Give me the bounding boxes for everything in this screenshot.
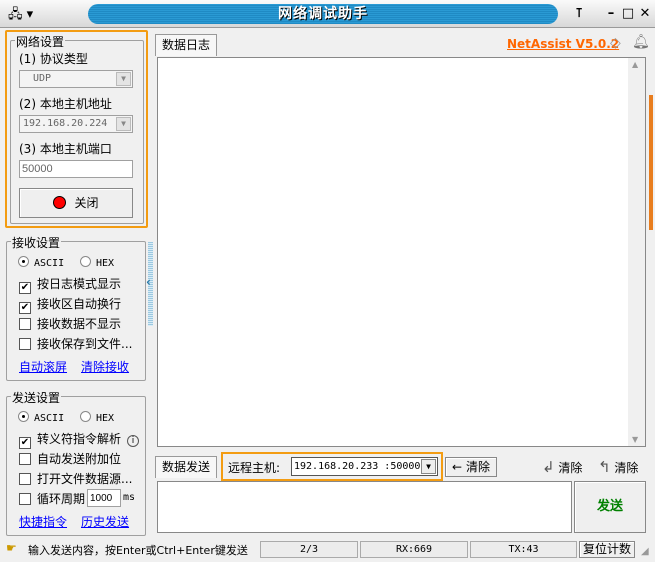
receive-settings-group: 接收设置 ASCII HEX ✔ 按日志模式显示 ✔ 接收区自动换行 接收数据不显示… bbox=[6, 234, 146, 381]
send-ascii-radio[interactable]: ASCII bbox=[18, 411, 64, 427]
clear-send-count-button[interactable]: ↰ 清除 bbox=[598, 458, 638, 477]
file-source-checkbox[interactable]: 打开文件数据源... bbox=[19, 471, 132, 487]
remote-host-label: 远程主机: bbox=[228, 461, 281, 475]
send-input[interactable] bbox=[157, 481, 572, 533]
protocol-select[interactable]: UDP ▼ bbox=[19, 70, 133, 88]
arrow-up-icon: ↰ bbox=[598, 458, 611, 476]
window-title: 网络调试助手 bbox=[88, 4, 558, 24]
host-select[interactable]: 192.168.20.224 ▼ bbox=[19, 115, 133, 133]
minimize-button[interactable]: – bbox=[604, 6, 618, 21]
diamond-icon[interactable]: ◇ bbox=[610, 35, 621, 51]
protocol-value: UDP bbox=[33, 73, 52, 84]
auto-wrap-checkbox[interactable]: ✔ 接收区自动换行 bbox=[19, 296, 121, 314]
auto-scroll-link[interactable]: 自动滚屏 bbox=[19, 358, 67, 375]
title-bar: 🖧 ▾ 网络调试助手 ⊺ – □ ✕ bbox=[0, 0, 655, 28]
save-to-file-checkbox[interactable]: 接收保存到文件... bbox=[19, 336, 132, 352]
reset-count-button[interactable]: 复位计数 bbox=[579, 541, 635, 558]
append-bits-checkbox[interactable]: 自动发送附加位 bbox=[19, 451, 121, 467]
receive-ascii-radio[interactable]: ASCII bbox=[18, 256, 64, 272]
close-window-button[interactable]: ✕ bbox=[638, 6, 652, 21]
chevron-down-icon: ▼ bbox=[421, 459, 436, 474]
host-value: 192.168.20.224 bbox=[23, 118, 108, 129]
period-unit: ms bbox=[123, 492, 136, 503]
status-hint: 输入发送内容，按Enter或Ctrl+Enter键发送 bbox=[28, 544, 248, 557]
log-output-area[interactable]: ▲ ▼ bbox=[157, 57, 646, 447]
quick-commands-link[interactable]: 快捷指令 bbox=[19, 513, 67, 530]
period-input[interactable] bbox=[87, 489, 121, 507]
collapse-arrow-icon[interactable]: ‹ bbox=[146, 275, 151, 289]
resize-grip-icon[interactable]: ◢ bbox=[641, 546, 649, 557]
bell-icon[interactable]: 🔔︎ bbox=[632, 34, 650, 50]
log-mode-checkbox[interactable]: ✔ 按日志模式显示 bbox=[19, 276, 121, 294]
arrow-down-left-icon: ↲ bbox=[542, 458, 555, 476]
status-rx: RX:669 bbox=[360, 541, 468, 558]
receive-settings-title: 接收设置 bbox=[11, 234, 62, 251]
hand-pointer-icon: ☛ bbox=[6, 541, 17, 555]
port-input[interactable] bbox=[19, 160, 133, 178]
clear-receive-link[interactable]: 清除接收 bbox=[81, 358, 129, 375]
maximize-button[interactable]: □ bbox=[621, 6, 635, 21]
loop-period-checkbox[interactable]: 循环周期 bbox=[19, 491, 85, 507]
send-settings-title: 发送设置 bbox=[11, 389, 62, 406]
port-label: (3) 本地主机端口 bbox=[19, 142, 112, 156]
arrow-left-icon: ← bbox=[452, 460, 463, 474]
log-scrollbar[interactable]: ▲ ▼ bbox=[628, 58, 645, 446]
chevron-down-icon: ▼ bbox=[116, 72, 131, 86]
receive-hex-radio[interactable]: HEX bbox=[80, 256, 114, 272]
protocol-label: (1) 协议类型 bbox=[19, 52, 88, 66]
tab-data-send[interactable]: 数据发送 bbox=[155, 456, 217, 478]
send-button[interactable]: 发送 bbox=[574, 481, 646, 533]
close-label: 关闭 bbox=[74, 196, 99, 210]
host-label: (2) 本地主机地址 bbox=[19, 97, 112, 111]
info-icon[interactable]: i bbox=[127, 435, 140, 447]
hide-data-checkbox[interactable]: 接收数据不显示 bbox=[19, 316, 121, 332]
close-connection-button[interactable]: 关闭 bbox=[19, 188, 133, 218]
send-hex-radio[interactable]: HEX bbox=[80, 411, 114, 427]
escape-parse-checkbox[interactable]: ✔ 转义符指令解析 i bbox=[19, 431, 140, 449]
network-settings-title: 网络设置 bbox=[15, 33, 66, 50]
side-accent-bar bbox=[649, 95, 653, 230]
status-red-icon bbox=[53, 196, 67, 209]
send-history-link[interactable]: 历史发送 bbox=[81, 513, 129, 530]
remote-host-value: 192.168.20.233 :50000 bbox=[294, 461, 421, 472]
network-settings-group: 网络设置 (1) 协议类型 UDP ▼ (2) 本地主机地址 192.168.20… bbox=[10, 33, 144, 224]
app-menu-icon[interactable]: 🖧 ▾ bbox=[8, 5, 33, 27]
clear-receive-count-button[interactable]: ↲ 清除 bbox=[542, 458, 582, 477]
version-link[interactable]: NetAssist V5.0.2 bbox=[507, 37, 619, 51]
chevron-down-icon: ▼ bbox=[116, 117, 131, 131]
status-count: 2/3 bbox=[260, 541, 358, 558]
send-settings-group: 发送设置 ASCII HEX ✔ 转义符指令解析 i 自动发送附加位 打开文件数据源… bbox=[6, 389, 146, 536]
clear-send-button[interactable]: ← 清除 bbox=[445, 457, 497, 477]
remote-host-select[interactable]: 192.168.20.233 :50000 ▼ bbox=[291, 457, 438, 476]
pin-icon[interactable]: ⊺ bbox=[572, 6, 586, 21]
status-tx: TX:43 bbox=[470, 541, 577, 558]
tab-data-log[interactable]: 数据日志 bbox=[155, 34, 217, 56]
